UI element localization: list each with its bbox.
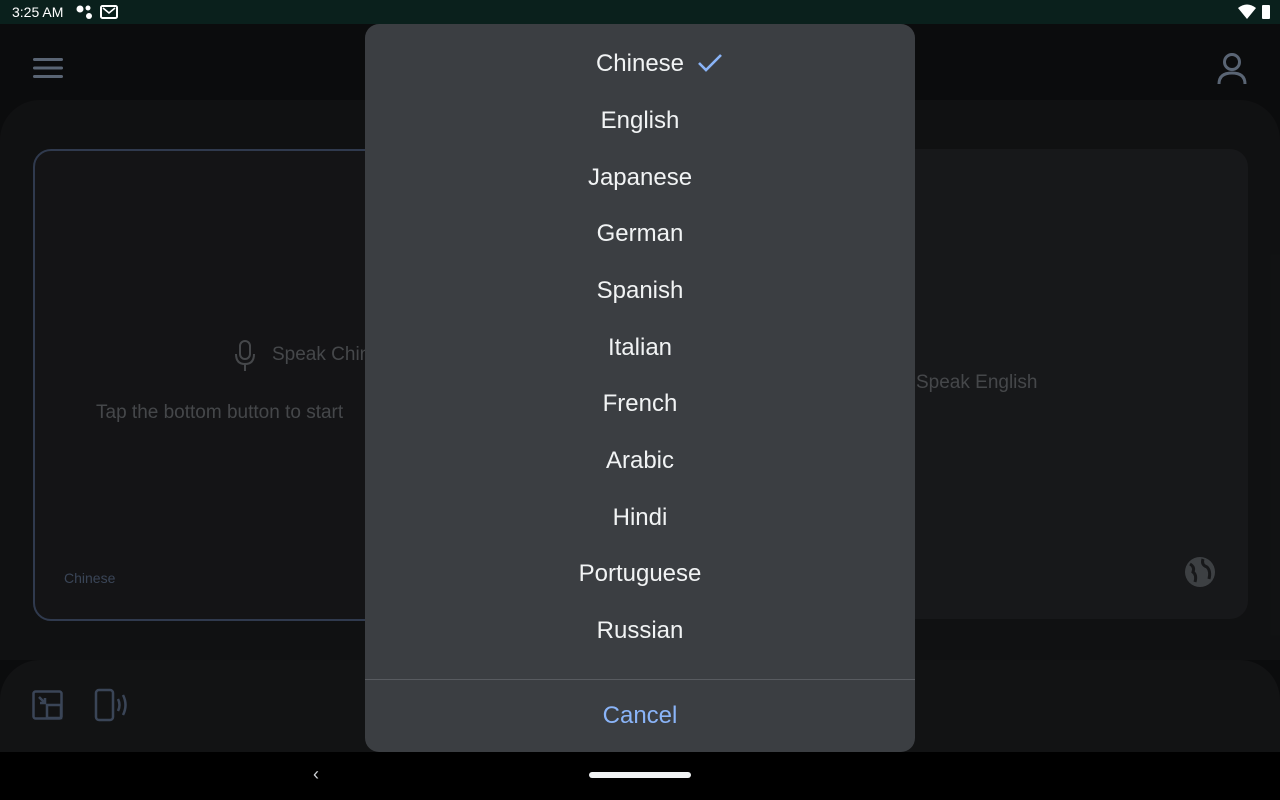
language-option-french[interactable]: French — [365, 376, 915, 432]
status-bar: 3:25 AM — [0, 0, 1280, 24]
assistant-icon — [76, 5, 92, 19]
mail-icon — [100, 5, 118, 19]
language-option-arabic[interactable]: Arabic — [365, 433, 915, 489]
language-option-portuguese[interactable]: Portuguese — [365, 546, 915, 602]
checkmark-icon — [698, 54, 722, 72]
language-options-list[interactable]: Chinese English Japanese German Spanish … — [365, 30, 915, 648]
language-option-japanese[interactable]: Japanese — [365, 150, 915, 206]
language-option-label: French — [602, 390, 678, 417]
language-option-label: Russian — [596, 617, 684, 644]
language-option-label: German — [596, 220, 684, 247]
language-option-chinese[interactable]: Chinese — [365, 36, 915, 92]
language-option-german[interactable]: German — [365, 206, 915, 262]
language-picker-dialog: Chinese English Japanese German Spanish … — [365, 24, 915, 752]
status-time: 3:25 AM — [12, 4, 64, 20]
language-option-label: Spanish — [596, 277, 684, 304]
dialog-divider — [365, 679, 915, 680]
language-option-label: Arabic — [605, 447, 675, 474]
language-option-english[interactable]: English — [365, 93, 915, 149]
language-option-label: Hindi — [612, 504, 668, 531]
battery-icon — [1262, 5, 1270, 19]
language-option-russian[interactable]: Russian — [365, 603, 915, 648]
language-option-label: Chinese — [595, 50, 685, 77]
cancel-button[interactable]: Cancel — [365, 688, 915, 744]
language-option-label: English — [600, 107, 680, 134]
language-option-label: Italian — [607, 334, 673, 361]
language-option-italian[interactable]: Italian — [365, 320, 915, 376]
language-option-spanish[interactable]: Spanish — [365, 263, 915, 319]
back-icon[interactable]: ‹ — [313, 764, 319, 785]
language-option-label: Japanese — [587, 164, 693, 191]
home-handle[interactable] — [589, 772, 691, 778]
language-option-label: Portuguese — [578, 560, 702, 587]
language-option-hindi[interactable]: Hindi — [365, 490, 915, 546]
wifi-icon — [1238, 4, 1256, 19]
